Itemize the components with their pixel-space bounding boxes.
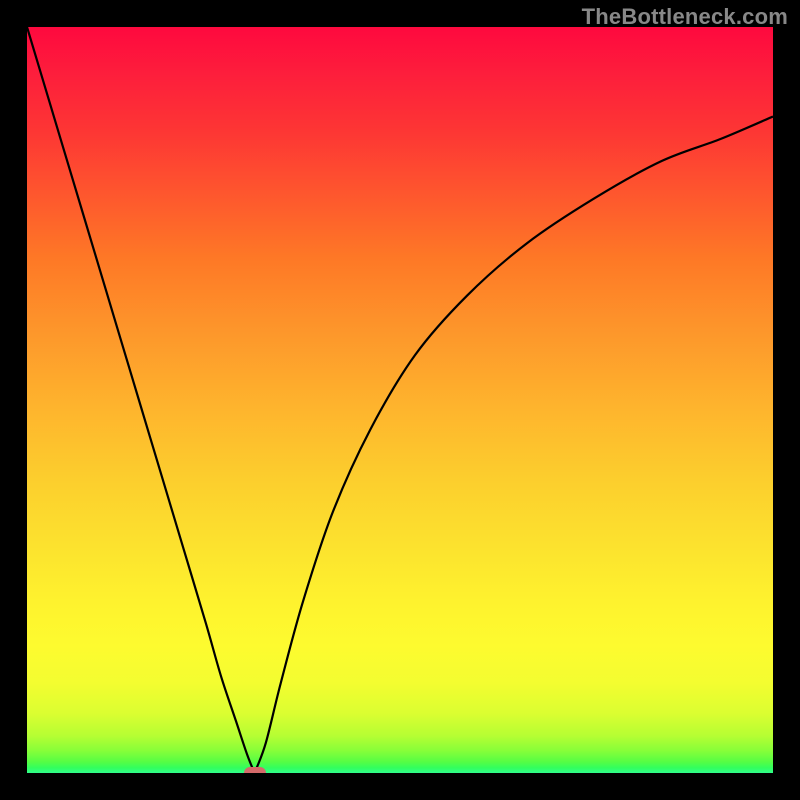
bottleneck-curve [27,27,773,773]
plot-area [27,27,773,773]
curve-path [27,27,773,773]
chart-frame: TheBottleneck.com [0,0,800,800]
watermark-text: TheBottleneck.com [582,4,788,30]
minimum-marker [244,767,266,773]
